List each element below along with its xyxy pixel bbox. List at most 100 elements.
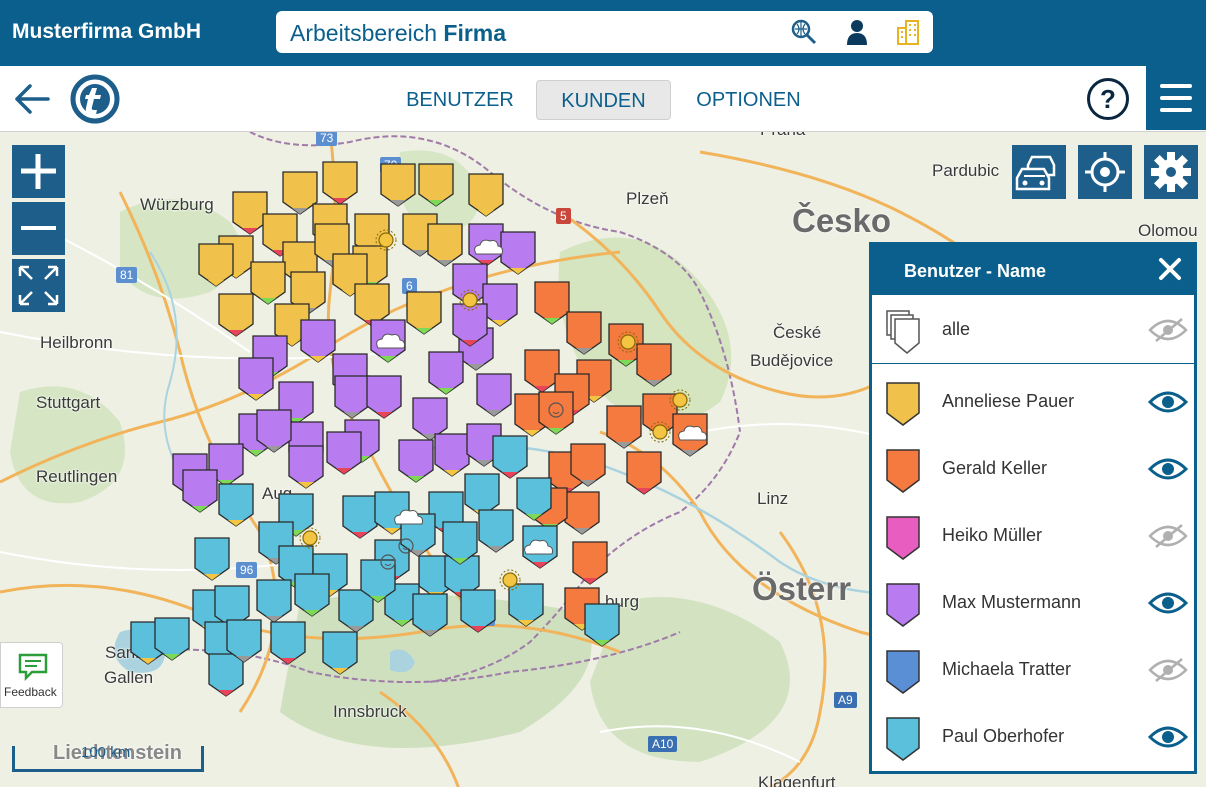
building-icon[interactable] (894, 18, 922, 46)
eye-slash-icon[interactable] (1148, 523, 1188, 549)
customer-marker[interactable] (566, 311, 602, 355)
user-name: Max Mustermann (942, 592, 1082, 612)
settings-button[interactable] (1144, 145, 1198, 199)
scale-bar: 100 km (12, 744, 204, 772)
customer-marker[interactable] (492, 435, 528, 479)
customer-marker[interactable] (564, 491, 600, 535)
panel-title: Benutzer - Name (904, 261, 1047, 281)
user-row-all[interactable]: alle (872, 297, 1194, 363)
customer-marker[interactable] (270, 621, 306, 665)
customer-marker[interactable] (334, 375, 370, 419)
user-row[interactable]: Gerald Keller (872, 436, 1194, 502)
customer-marker[interactable] (232, 191, 268, 235)
customer-marker[interactable] (636, 343, 672, 387)
tab-kunden[interactable]: KUNDEN (536, 80, 671, 120)
customer-marker[interactable] (606, 405, 642, 449)
zoom-in-button[interactable] (12, 145, 65, 198)
customer-marker[interactable] (342, 495, 378, 539)
customer-marker[interactable] (322, 631, 358, 675)
customer-marker[interactable] (300, 319, 336, 363)
user-color-marker (886, 516, 920, 560)
feedback-label: Feedback (4, 685, 57, 699)
search-globe-icon[interactable] (790, 18, 818, 46)
customer-marker[interactable] (412, 593, 448, 637)
panel-header: Benutzer - Name (872, 245, 1194, 295)
user-name: Paul Oberhofer (942, 726, 1065, 746)
stack-icon (886, 310, 920, 354)
help-button[interactable]: ? (1087, 78, 1129, 120)
customer-marker[interactable] (218, 483, 254, 527)
customer-marker[interactable] (427, 223, 463, 267)
customer-marker[interactable] (194, 537, 230, 581)
crosshair-icon (1085, 152, 1125, 192)
customer-marker[interactable] (218, 293, 254, 337)
user-row[interactable]: Paul Oberhofer (872, 704, 1194, 770)
customer-marker[interactable] (326, 431, 362, 475)
customer-marker[interactable] (208, 653, 244, 697)
eye-icon[interactable] (1148, 389, 1188, 415)
workspace-label: Arbeitsbereich Firma (290, 20, 507, 46)
fullscreen-button[interactable] (12, 259, 65, 312)
app-logo[interactable] (70, 74, 120, 124)
locate-button[interactable] (1078, 145, 1132, 199)
customer-marker[interactable] (478, 509, 514, 553)
tab-benutzer[interactable]: BENUTZER (398, 80, 522, 120)
user-row[interactable]: Heiko Müller (872, 503, 1194, 569)
customer-marker[interactable] (366, 375, 402, 419)
customer-marker[interactable] (626, 451, 662, 495)
customer-marker[interactable] (322, 161, 358, 205)
customer-marker[interactable] (534, 281, 570, 325)
customer-marker[interactable] (250, 261, 286, 305)
eye-icon[interactable] (1148, 724, 1188, 750)
customer-marker[interactable] (468, 173, 504, 217)
customer-marker[interactable] (572, 541, 608, 585)
customer-marker[interactable] (338, 589, 374, 633)
minus-icon (21, 226, 56, 230)
close-icon[interactable] (1158, 257, 1182, 281)
customer-marker[interactable] (584, 603, 620, 647)
user-color-marker (886, 583, 920, 627)
scale-label: 100 km (81, 744, 131, 761)
user-row[interactable]: Anneliese Pauer (872, 369, 1194, 435)
eye-icon[interactable] (1148, 456, 1188, 482)
zoom-out-button[interactable] (12, 202, 65, 255)
cars-icon (1015, 155, 1056, 191)
tab-optionen[interactable]: OPTIONEN (686, 80, 811, 120)
customer-marker[interactable] (288, 445, 324, 489)
customer-marker[interactable] (460, 589, 496, 633)
app-header: Musterfirma GmbH Arbeitsbereich Firma (0, 0, 1206, 66)
eye-slash-icon[interactable] (1148, 317, 1188, 343)
customer-marker[interactable] (182, 469, 218, 513)
back-arrow-icon[interactable] (12, 82, 50, 116)
eye-icon[interactable] (1148, 590, 1188, 616)
map-view[interactable]: Würzburg Heilbronn Stuttgart Reutlingen … (0, 132, 1206, 787)
customer-marker[interactable] (524, 349, 560, 393)
customer-marker[interactable] (434, 433, 470, 477)
user-color-marker (886, 650, 920, 694)
customer-marker[interactable] (508, 583, 544, 627)
customer-marker[interactable] (198, 243, 234, 287)
customer-marker[interactable] (282, 171, 318, 215)
traffic-button[interactable] (1012, 145, 1066, 199)
customer-marker[interactable] (500, 231, 536, 275)
user-icon[interactable] (843, 18, 871, 46)
customer-marker[interactable] (428, 351, 464, 395)
customer-marker[interactable] (398, 439, 434, 483)
customer-marker[interactable] (380, 163, 416, 207)
eye-slash-icon[interactable] (1148, 657, 1188, 683)
feedback-button[interactable]: Feedback (0, 642, 63, 708)
customer-marker[interactable] (406, 291, 442, 335)
nav-bar: BENUTZER KUNDEN OPTIONEN ? (0, 66, 1206, 132)
customer-marker[interactable] (476, 373, 512, 417)
customer-marker[interactable] (418, 163, 454, 207)
customer-marker[interactable] (238, 357, 274, 401)
customer-marker[interactable] (294, 573, 330, 617)
user-color-marker (886, 382, 920, 426)
user-row[interactable]: Michaela Tratter (872, 637, 1194, 703)
customer-marker[interactable] (482, 283, 518, 327)
customer-marker[interactable] (256, 579, 292, 623)
user-name: alle (942, 319, 971, 339)
workspace-selector[interactable]: Arbeitsbereich Firma (276, 11, 933, 53)
hamburger-menu-button[interactable] (1146, 66, 1206, 130)
user-row[interactable]: Max Mustermann (872, 570, 1194, 636)
